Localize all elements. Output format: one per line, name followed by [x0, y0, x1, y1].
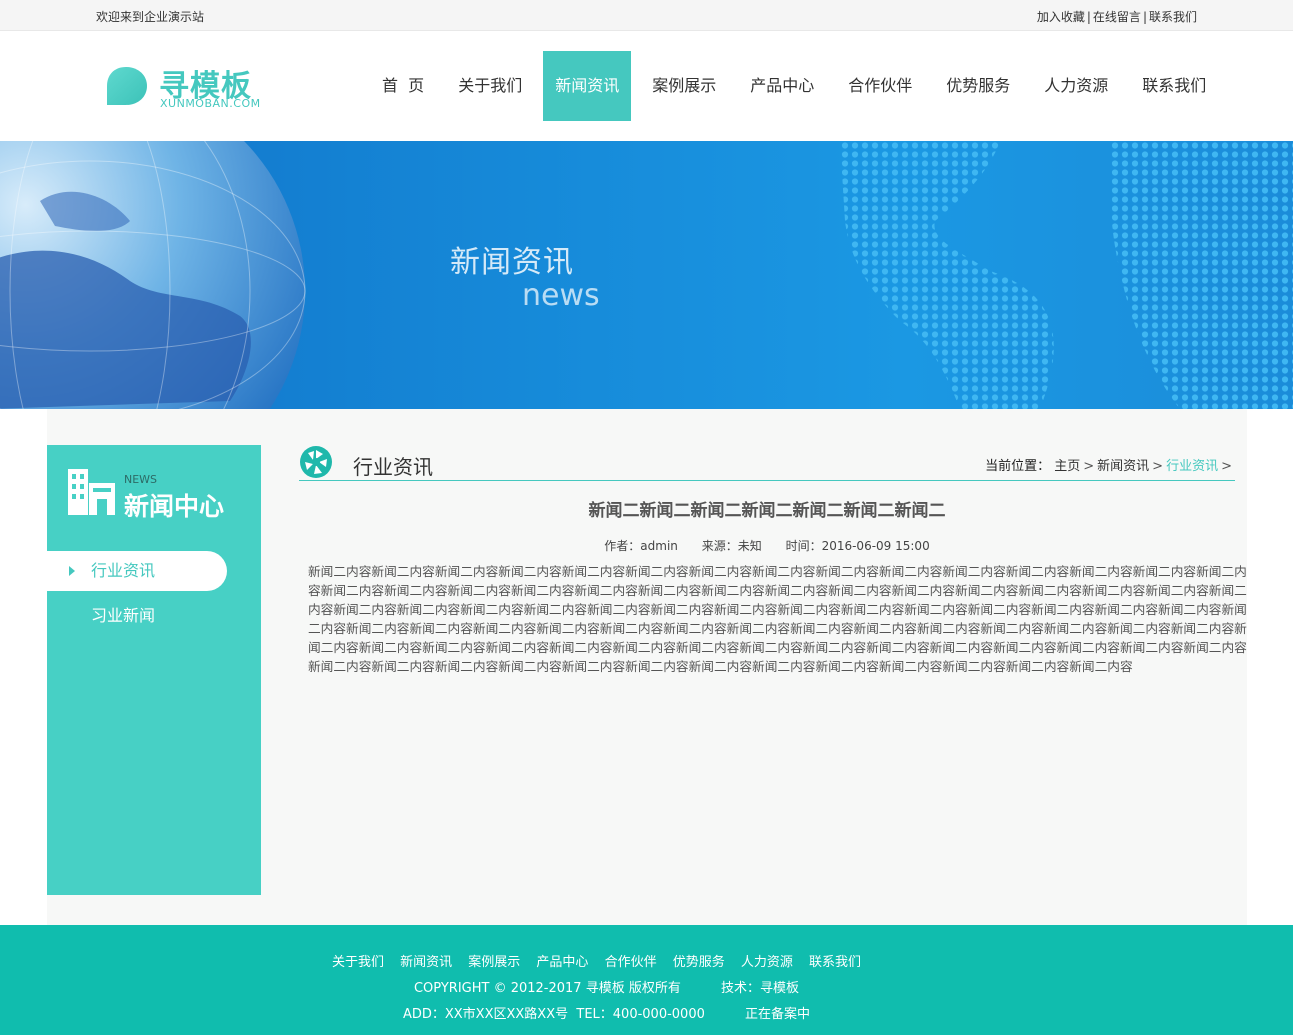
banner-subtitle: news — [522, 278, 600, 313]
logo-bubble-icon — [107, 67, 147, 105]
banner-title: 新闻资讯 — [450, 245, 574, 280]
article-time: 时间：2016-06-09 15:00 — [785, 539, 930, 553]
nav-news[interactable]: 新闻资讯 — [543, 51, 632, 121]
globe-map-graphic — [0, 141, 1293, 409]
aperture-icon — [300, 446, 332, 478]
sidebar: NEWS 新闻中心 行业资讯 习业新闻 — [47, 445, 261, 895]
nav-about[interactable]: 关于我们 — [441, 51, 539, 121]
footer-link-products[interactable]: 产品中心 — [536, 955, 588, 970]
breadcrumb-sep: > — [1152, 459, 1164, 474]
article-title: 新闻二新闻二新闻二新闻二新闻二新闻二新闻二 — [588, 501, 946, 521]
footer-link-contact[interactable]: 联系我们 — [809, 955, 861, 970]
banner: 新闻资讯 news — [0, 141, 1293, 409]
breadcrumb-sep: > — [1221, 459, 1232, 474]
contact-link[interactable]: 联系我们 — [1149, 10, 1197, 24]
building-icon — [68, 469, 115, 515]
footer-link-hr[interactable]: 人力资源 — [741, 955, 793, 970]
record-status: 正在备案中 — [745, 1007, 811, 1022]
nav-services[interactable]: 优势服务 — [929, 51, 1027, 121]
nav-contact[interactable]: 联系我们 — [1125, 51, 1223, 121]
breadcrumb-label: 当前位置： — [985, 459, 1051, 474]
nav-home[interactable]: 首 页 — [365, 51, 441, 121]
sidebar-header: NEWS 新闻中心 — [67, 469, 247, 525]
online-message-link[interactable]: 在线留言 — [1093, 10, 1141, 24]
sidebar-title: 新闻中心 — [124, 492, 225, 521]
nav-partners[interactable]: 合作伙伴 — [831, 51, 929, 121]
header: 寻模板 XUNMOBAN.COM 首 页 关于我们 新闻资讯 案例展示 产品中心… — [0, 31, 1293, 141]
footer-link-about[interactable]: 关于我们 — [332, 955, 384, 970]
nav-cases[interactable]: 案例展示 — [635, 51, 733, 121]
breadcrumb-sep: > — [1083, 459, 1095, 474]
footer-link-news[interactable]: 新闻资讯 — [400, 955, 452, 970]
section-title: 行业资讯 — [353, 455, 433, 479]
address: ADD：XX市XX区XX路XX号 TEL：400-000-0000 — [402, 1007, 705, 1022]
footer-address-line: ADD：XX市XX区XX路XX号 TEL：400-000-0000 正在备案中 — [0, 1003, 1213, 1022]
logo[interactable]: 寻模板 XUNMOBAN.COM — [103, 63, 273, 113]
main-nav: 首 页 关于我们 新闻资讯 案例展示 产品中心 合作伙伴 优势服务 人力资源 联… — [365, 51, 1223, 121]
tech-support: 技术：寻模板 — [720, 981, 799, 996]
logo-subtitle: XUNMOBAN.COM — [160, 97, 261, 110]
breadcrumb-current[interactable]: 行业资讯 — [1166, 459, 1218, 474]
breadcrumb-home[interactable]: 主页 — [1054, 459, 1080, 474]
footer-nav: 关于我们 新闻资讯 案例展示 产品中心 合作伙伴 优势服务 人力资源 联系我们 — [0, 951, 1193, 970]
footer: 关于我们 新闻资讯 案例展示 产品中心 合作伙伴 优势服务 人力资源 联系我们 … — [0, 925, 1293, 1035]
triangle-right-icon — [69, 566, 75, 576]
nav-hr[interactable]: 人力资源 — [1027, 51, 1125, 121]
article-meta: 作者：admin 来源：未知 时间：2016-06-09 15:00 — [299, 537, 1235, 554]
top-bar: 欢迎来到企业演示站 加入收藏 | 在线留言 | 联系我们 — [0, 0, 1293, 31]
footer-copyright-line: COPYRIGHT © 2012-2017 寻模板 版权所有 技术：寻模板 — [0, 977, 1213, 996]
separator: | — [1086, 10, 1091, 24]
article-author: 作者：admin — [604, 539, 678, 553]
copyright: COPYRIGHT © 2012-2017 寻模板 版权所有 — [413, 981, 681, 996]
article-source: 来源：未知 — [701, 539, 762, 553]
sidebar-item-label: 行业资讯 — [91, 561, 156, 580]
breadcrumb-news[interactable]: 新闻资讯 — [1097, 459, 1149, 474]
add-favorite-link[interactable]: 加入收藏 — [1037, 10, 1085, 24]
footer-link-partners[interactable]: 合作伙伴 — [605, 955, 657, 970]
top-links: 加入收藏 | 在线留言 | 联系我们 — [1037, 8, 1197, 25]
sidebar-item-company-news[interactable]: 习业新闻 — [47, 596, 227, 636]
nav-products[interactable]: 产品中心 — [733, 51, 831, 121]
separator: | — [1142, 10, 1147, 24]
footer-link-services[interactable]: 优势服务 — [673, 955, 725, 970]
footer-link-cases[interactable]: 案例展示 — [468, 955, 520, 970]
main-area: NEWS 新闻中心 行业资讯 习业新闻 行业资讯 当前位置： 主页 > 新闻资讯 > — [47, 409, 1247, 925]
welcome-text: 欢迎来到企业演示站 — [96, 10, 205, 24]
sidebar-item-label: 习业新闻 — [91, 606, 156, 625]
sidebar-en-label: NEWS — [124, 473, 158, 486]
content-header: 行业资讯 当前位置： 主页 > 新闻资讯 > 行业资讯 > — [299, 445, 1235, 481]
article-body: 新闻二内容新闻二内容新闻二内容新闻二内容新闻二内容新闻二内容新闻二内容新闻二内容… — [308, 564, 1247, 674]
breadcrumb: 当前位置： 主页 > 新闻资讯 > 行业资讯 > — [985, 455, 1235, 474]
sidebar-item-industry-news[interactable]: 行业资讯 — [47, 551, 227, 591]
